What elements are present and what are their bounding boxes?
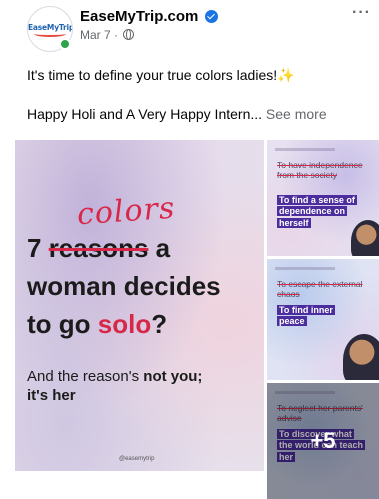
more-options-button[interactable]: ···	[352, 4, 371, 22]
thumb-strike-text: To have independence from the society	[277, 160, 363, 181]
headline-line3-end: ?	[151, 309, 168, 339]
thumb-highlight-text: To find a sense of dependence on herself	[277, 195, 357, 229]
subtitle-start: And the reason's	[27, 368, 144, 385]
gallery-thumb-2[interactable]: To escape the external chaos To find inn…	[267, 259, 379, 380]
post-timestamp[interactable]: Mar 7 ·	[80, 28, 135, 42]
subtitle-line2: it's her	[27, 387, 76, 404]
caption-text: It's time to define your true colors lad…	[27, 67, 278, 83]
page-name-link[interactable]: EaseMyTrip.com	[80, 8, 198, 25]
headline-line3-start: to go	[27, 309, 98, 339]
thumb-highlight-span: To find inner peace	[277, 305, 335, 327]
headline-line3: to go solo?	[27, 311, 167, 337]
post-caption-line1: It's time to define your true colors lad…	[27, 67, 295, 84]
gallery-thumb-1[interactable]: To have independence from the society To…	[267, 140, 379, 256]
thumb-highlight-span: To find a sense of dependence on herself	[277, 195, 357, 228]
handwritten-colors-word: colors	[75, 190, 177, 233]
headline-solo-word: solo	[97, 309, 152, 339]
caption-text-truncated: Happy Holi and A Very Happy Intern...	[27, 106, 263, 122]
see-more-link[interactable]: See more	[266, 106, 327, 122]
thumb-header-bar	[275, 148, 335, 151]
thumb-strike-text: To escape the external chaos	[277, 279, 363, 300]
headline-number: 7	[27, 233, 49, 263]
brand-handle: @easemytrip	[119, 456, 155, 462]
logo-swoosh-icon	[34, 31, 66, 37]
subtitle-line1: And the reason's not you;	[27, 368, 202, 385]
verified-badge-icon	[205, 10, 218, 23]
subtitle-bold: not you;	[143, 368, 203, 385]
post-caption-line2: Happy Holi and A Very Happy Intern... Se…	[27, 106, 327, 122]
headline-line1: 7 reasons a	[27, 235, 170, 261]
headline-line1-end: a	[148, 233, 171, 263]
thumb-header-bar	[275, 267, 335, 270]
main-photo[interactable]: colors 7 reasons a woman decides to go s…	[15, 140, 264, 471]
woman-photo-icon	[343, 334, 379, 380]
more-photos-overlay[interactable]: +5	[267, 383, 379, 499]
post-date: Mar 7 ·	[80, 28, 119, 42]
woman-photo-icon	[351, 220, 379, 256]
gallery-thumb-3[interactable]: To neglect her parents' advise To discov…	[267, 383, 379, 499]
headline-line2: woman decides	[27, 271, 221, 301]
sparkle-emoji-icon: ✨	[277, 67, 295, 83]
thumb-highlight-text: To find inner peace	[277, 305, 337, 328]
headline-strike-word: reasons	[48, 233, 149, 263]
online-status-icon	[59, 38, 71, 50]
post-header: EaseMyTrip EaseMyTrip.com Mar 7 · ···	[0, 0, 379, 56]
photo-gallery: colors 7 reasons a woman decides to go s…	[15, 140, 379, 499]
globe-icon	[123, 29, 135, 40]
